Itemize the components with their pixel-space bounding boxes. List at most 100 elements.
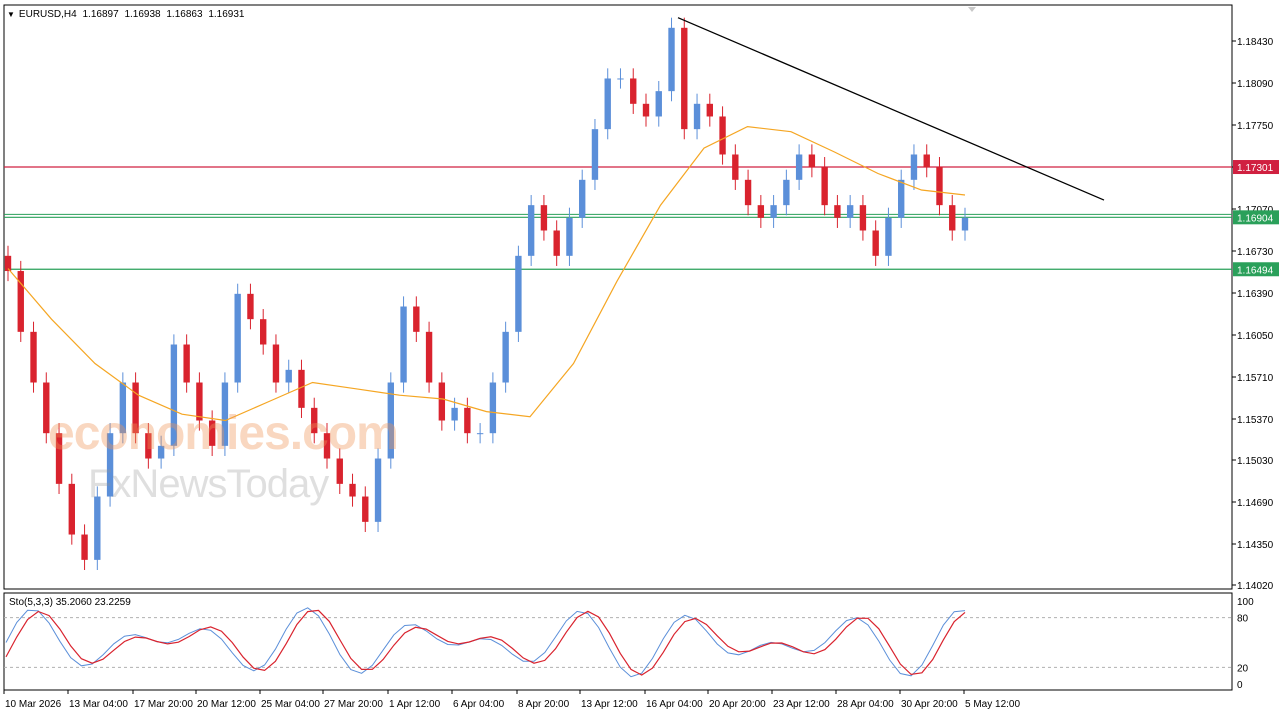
candle-body: [668, 27, 675, 92]
stochastic-label: Sto(5,3,3) 35.2060 23.2259: [9, 597, 131, 608]
candle-body: [260, 319, 267, 345]
candle-body: [757, 205, 765, 218]
stochastic-tick-label: 0: [1237, 680, 1243, 691]
candle-body: [681, 27, 688, 130]
candle-body: [630, 78, 637, 104]
stochastic-header: Sto(5,3,3) 35.2060 23.2259: [9, 597, 134, 609]
price-tick-label: 1.14020: [1237, 581, 1274, 592]
candle-body: [821, 167, 828, 206]
candle-body: [349, 483, 356, 497]
time-tick-label: 28 Apr 04:00: [837, 699, 894, 710]
price-tick-label: 1.17750: [1237, 121, 1274, 132]
high-value: 1.16938: [124, 9, 161, 20]
candle-body: [846, 205, 854, 218]
time-tick-label: 23 Apr 12:00: [773, 699, 830, 710]
candle-body: [81, 534, 88, 560]
time-tick-label: 1 Apr 12:00: [389, 699, 441, 710]
stochastic-main-line: [5, 607, 966, 678]
candle-body: [834, 205, 841, 218]
time-tick-label: 6 Apr 04:00: [453, 699, 505, 710]
price-tick-label: 1.15370: [1237, 415, 1274, 426]
candle-body: [489, 382, 497, 434]
candle-body: [553, 230, 560, 256]
candle-body: [949, 205, 956, 231]
candle-body: [336, 458, 343, 484]
candle-body: [362, 496, 369, 522]
candle-body: [655, 91, 662, 117]
time-tick-label: 25 Mar 04:00: [261, 699, 320, 710]
candle-body: [719, 116, 726, 155]
time-tick-label: 20 Mar 12:00: [197, 699, 256, 710]
candle-body: [795, 154, 803, 180]
level-tag-label: 1.17301: [1237, 163, 1274, 174]
price-tick-label: 1.18430: [1237, 37, 1274, 48]
close-value: 1.16931: [208, 9, 245, 20]
candle-body: [476, 433, 484, 435]
candle-body: [770, 205, 777, 218]
candle-body: [540, 205, 548, 231]
symbol-header: ▼ EURUSD,H4 1.16897 1.16938 1.16863 1.169…: [7, 9, 247, 21]
time-tick-label: 13 Mar 04:00: [69, 699, 128, 710]
candle-body: [617, 78, 624, 80]
candle-body: [898, 179, 905, 218]
candle-body: [234, 293, 241, 383]
time-tick-label: 13 Apr 12:00: [581, 699, 638, 710]
open-value: 1.16897: [82, 9, 119, 20]
candle-body: [247, 293, 254, 320]
candle-body: [910, 154, 918, 180]
watermark-economies: economies.com: [48, 407, 399, 460]
candle-body: [872, 230, 879, 256]
stochastic-tick-label: 20: [1237, 663, 1249, 674]
candle-body: [374, 458, 382, 522]
collapse-arrow-icon[interactable]: ▼: [7, 10, 15, 19]
candle-body: [527, 205, 535, 256]
candle-body: [885, 217, 892, 256]
candle-body: [502, 331, 509, 383]
price-tick-label: 1.15710: [1237, 373, 1274, 384]
candle-body: [400, 306, 407, 383]
time-tick-label: 5 May 12:00: [965, 699, 1020, 710]
candle-body: [783, 179, 790, 206]
time-tick-label: 16 Apr 04:00: [646, 699, 703, 710]
candle-body: [706, 103, 713, 117]
candle-body: [285, 369, 292, 383]
price-tick-label: 1.16390: [1237, 289, 1274, 300]
shift-marker-icon: [968, 7, 976, 12]
stochastic-tick-label: 80: [1237, 614, 1249, 625]
symbol-label: EURUSD,H4: [18, 9, 77, 20]
time-tick-label: 17 Mar 20:00: [134, 699, 193, 710]
candle-body: [30, 331, 37, 383]
candle-body: [936, 167, 943, 206]
candle-body: [464, 407, 471, 434]
time-tick-label: 8 Apr 20:00: [518, 699, 570, 710]
price-tick-label: 1.14350: [1237, 540, 1274, 551]
watermark-fxnewstoday: FxNewsToday: [88, 462, 329, 506]
candle-body: [451, 407, 458, 421]
price-tick-label: 1.16730: [1237, 247, 1274, 258]
chart-root[interactable]: 1.184301.180901.177501.174101.170701.167…: [0, 0, 1280, 720]
price-tick-label: 1.15030: [1237, 456, 1274, 467]
candle-body: [961, 217, 969, 231]
level-tag-label: 1.16494: [1237, 265, 1274, 276]
candle-body: [642, 103, 650, 117]
price-tick-label: 1.18090: [1237, 79, 1274, 90]
candle-body: [272, 344, 280, 383]
candle-body: [859, 205, 867, 231]
candle-body: [808, 154, 816, 168]
time-tick-label: 20 Apr 20:00: [709, 699, 766, 710]
candle-body: [413, 306, 420, 332]
time-tick-label: 30 Apr 20:00: [901, 699, 958, 710]
candle-body: [425, 331, 433, 383]
stochastic-signal-line: [5, 609, 966, 676]
time-tick-label: 10 Mar 2026: [5, 699, 62, 710]
candle-body: [591, 129, 599, 180]
candle-body: [923, 154, 930, 168]
trendline: [677, 17, 1105, 201]
candle-body: [183, 344, 190, 383]
chart-svg[interactable]: 1.184301.180901.177501.174101.170701.167…: [0, 0, 1280, 720]
level-tag-label: 1.16904: [1237, 213, 1274, 224]
time-tick-label: 27 Mar 20:00: [324, 699, 383, 710]
candle-body: [515, 255, 522, 332]
candle-body: [604, 78, 611, 130]
candle-body: [566, 217, 573, 256]
